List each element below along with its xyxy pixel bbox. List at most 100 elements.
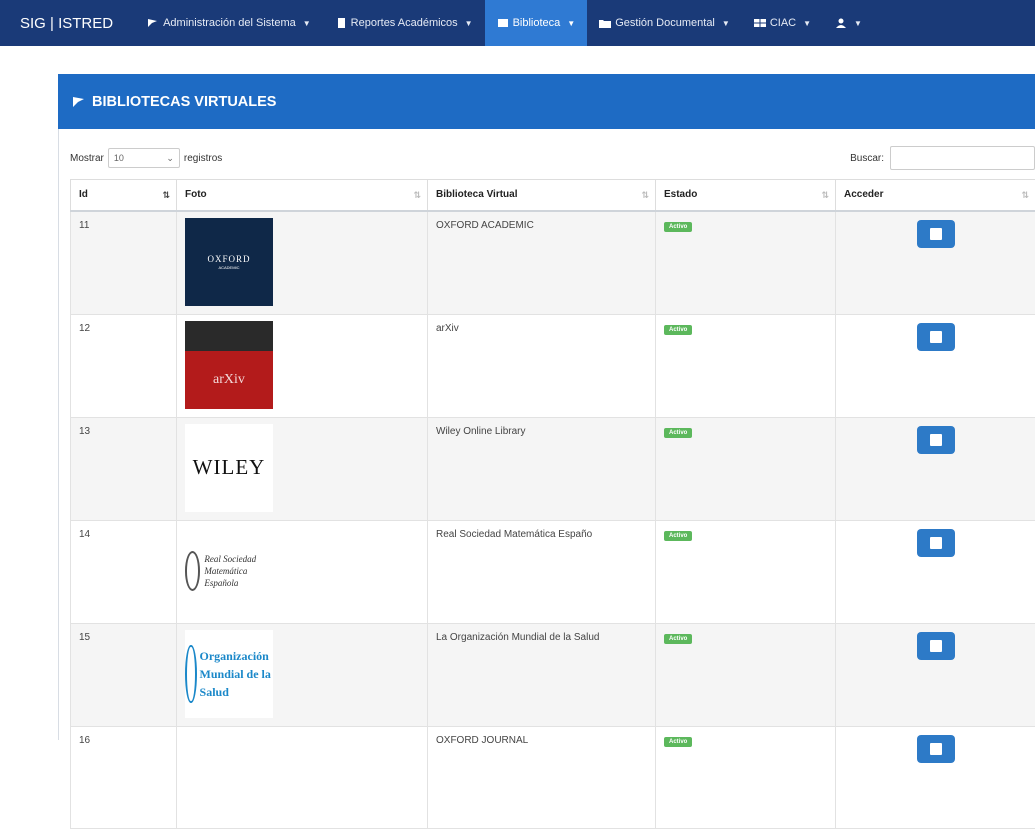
caret-down-icon: ▼ bbox=[303, 19, 311, 28]
table-header-row: Id ⇅ Foto ⇅ Biblioteca Virtual⇅ Estado ⇅ Ac… bbox=[71, 180, 1035, 211]
caret-down-icon: ▼ bbox=[854, 19, 862, 28]
table-controls: Mostrar 10 ⌄ registros Buscar: bbox=[70, 146, 1035, 170]
cell-acceder bbox=[836, 417, 1035, 520]
rsme-seal-icon bbox=[185, 551, 200, 591]
cell-name: OXFORD ACADEMIC bbox=[428, 211, 656, 315]
cell-name: La Organización Mundial de la Salud bbox=[428, 623, 656, 726]
cell-name: Real Sociedad Matemática Españo bbox=[428, 520, 656, 623]
cell-estado: Activo bbox=[656, 314, 836, 417]
table-row: 12 arXiv arXiv Activo bbox=[71, 314, 1035, 417]
status-badge: Activo bbox=[664, 428, 692, 438]
col-header-id-label: Id bbox=[79, 189, 88, 200]
cell-id: 14 bbox=[71, 520, 177, 623]
wiley-logo-text: WILEY bbox=[193, 455, 266, 480]
nav-ciac-label: CIAC bbox=[770, 17, 796, 29]
flag-icon bbox=[72, 96, 86, 108]
external-link-icon bbox=[930, 434, 942, 446]
status-badge: Activo bbox=[664, 737, 692, 747]
col-header-foto[interactable]: Foto ⇅ bbox=[177, 180, 428, 211]
oms-globe-icon bbox=[185, 645, 197, 703]
col-header-biblioteca[interactable]: Biblioteca Virtual⇅ bbox=[428, 180, 656, 211]
oms-logo: Organización Mundial de la Salud bbox=[185, 630, 273, 718]
external-link-icon bbox=[930, 228, 942, 240]
nav-biblioteca-label: Biblioteca bbox=[513, 17, 561, 29]
arxiv-logo: arXiv bbox=[185, 321, 273, 409]
col-header-estado-label: Estado bbox=[664, 189, 697, 200]
nav-user[interactable]: ▼ bbox=[823, 0, 874, 46]
external-link-icon bbox=[930, 640, 942, 652]
nav-reportes[interactable]: Reportes Académicos ▼ bbox=[323, 0, 485, 46]
show-prefix: Mostrar bbox=[70, 153, 104, 164]
cell-acceder bbox=[836, 520, 1035, 623]
nav-ciac[interactable]: CIAC ▼ bbox=[742, 0, 823, 46]
access-button[interactable] bbox=[917, 529, 955, 557]
page-length: Mostrar 10 ⌄ registros bbox=[70, 148, 222, 168]
search-label: Buscar: bbox=[850, 153, 884, 164]
access-button[interactable] bbox=[917, 735, 955, 763]
col-header-foto-label: Foto bbox=[185, 189, 207, 200]
table-row: 16 OXFORD JOURNAL Activo bbox=[71, 726, 1035, 828]
search-input[interactable] bbox=[890, 146, 1035, 170]
panel-header: BIBLIOTECAS VIRTUALES bbox=[58, 74, 1035, 129]
cell-foto bbox=[177, 726, 428, 828]
access-button[interactable] bbox=[917, 323, 955, 351]
nav-admin-label: Administración del Sistema bbox=[163, 17, 296, 29]
status-badge: Activo bbox=[664, 634, 692, 644]
nav-reportes-label: Reportes Académicos bbox=[351, 17, 458, 29]
cell-acceder bbox=[836, 726, 1035, 828]
cell-name: Wiley Online Library bbox=[428, 417, 656, 520]
sort-icon: ⇅ bbox=[413, 190, 421, 201]
nav-admin[interactable]: Administración del Sistema ▼ bbox=[135, 0, 323, 46]
search-box: Buscar: bbox=[850, 146, 1035, 170]
sort-asc-icon: ⇅ bbox=[162, 190, 170, 201]
cell-name: arXiv bbox=[428, 314, 656, 417]
oms-logo-text: Organización Mundial de la Salud bbox=[200, 647, 273, 701]
show-suffix: registros bbox=[184, 153, 222, 164]
access-button[interactable] bbox=[917, 426, 955, 454]
status-badge: Activo bbox=[664, 222, 692, 232]
cell-id: 15 bbox=[71, 623, 177, 726]
cell-acceder bbox=[836, 623, 1035, 726]
file-icon bbox=[335, 18, 347, 28]
access-button[interactable] bbox=[917, 220, 955, 248]
cell-foto: WILEY bbox=[177, 417, 428, 520]
status-badge: Activo bbox=[664, 531, 692, 541]
libraries-table: Id ⇅ Foto ⇅ Biblioteca Virtual⇅ Estado ⇅ Ac… bbox=[70, 179, 1035, 829]
cell-estado: Activo bbox=[656, 726, 836, 828]
folder-icon bbox=[599, 18, 611, 28]
external-link-icon bbox=[930, 537, 942, 549]
nav-gestion[interactable]: Gestión Documental ▼ bbox=[587, 0, 742, 46]
page-length-select[interactable]: 10 ⌄ bbox=[108, 148, 180, 168]
oxford-logo-text: OXFORD bbox=[207, 254, 250, 264]
table-row: 11 OXFORD ACADEMIC OXFORD ACADEMIC Activ… bbox=[71, 211, 1035, 315]
caret-down-icon: ▼ bbox=[465, 19, 473, 28]
chevron-down-icon: ⌄ bbox=[166, 153, 174, 164]
flag-icon bbox=[147, 18, 159, 28]
cell-id: 13 bbox=[71, 417, 177, 520]
brand-link[interactable]: SIG | ISTRED bbox=[0, 15, 135, 32]
col-header-acceder-label: Acceder bbox=[844, 189, 883, 200]
col-header-estado[interactable]: Estado ⇅ bbox=[656, 180, 836, 211]
cell-estado: Activo bbox=[656, 623, 836, 726]
top-navbar: SIG | ISTRED Administración del Sistema … bbox=[0, 0, 1035, 46]
nav-biblioteca[interactable]: Biblioteca ▼ bbox=[485, 0, 588, 46]
access-button[interactable] bbox=[917, 632, 955, 660]
oxford-logo: OXFORD ACADEMIC bbox=[185, 218, 273, 306]
cell-id: 11 bbox=[71, 211, 177, 315]
rsme-logo: Real Sociedad Matemática Española bbox=[185, 527, 273, 615]
panel-title: BIBLIOTECAS VIRTUALES bbox=[92, 94, 276, 110]
cell-estado: Activo bbox=[656, 417, 836, 520]
caret-down-icon: ▼ bbox=[803, 19, 811, 28]
caret-down-icon: ▼ bbox=[567, 19, 575, 28]
cell-estado: Activo bbox=[656, 211, 836, 315]
rsme-logo-text: Real Sociedad Matemática Española bbox=[204, 553, 273, 589]
col-header-acceder[interactable]: Acceder⇅ bbox=[836, 180, 1035, 211]
table-row: 15 Organización Mundial de la Salud La O… bbox=[71, 623, 1035, 726]
cell-estado: Activo bbox=[656, 520, 836, 623]
cell-acceder bbox=[836, 314, 1035, 417]
user-lock-icon bbox=[835, 18, 847, 28]
col-header-id[interactable]: Id ⇅ bbox=[71, 180, 177, 211]
sort-icon: ⇅ bbox=[821, 190, 829, 201]
col-header-biblioteca-label: Biblioteca Virtual bbox=[436, 189, 518, 200]
arxiv-logo-text: arXiv bbox=[185, 351, 273, 409]
